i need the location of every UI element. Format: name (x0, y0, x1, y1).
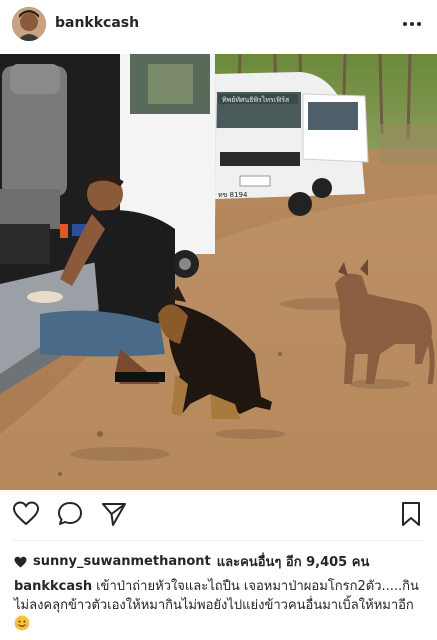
likes-row: sunny_suwanmethanont และคนอื่นๆ อีก 9,40… (14, 551, 369, 572)
heart-outline-icon[interactable] (12, 500, 40, 528)
bookmark-icon[interactable] (397, 500, 425, 528)
comment-icon[interactable] (56, 500, 84, 528)
caption-username[interactable]: bankkcash (14, 579, 92, 594)
smiling-face-emoji (14, 615, 30, 631)
action-bar (0, 500, 437, 532)
likes-count-text[interactable]: และคนอื่นๆ อีก 9,405 คน (217, 551, 370, 572)
more-dots-icon[interactable] (401, 14, 423, 34)
likes-username[interactable]: sunny_suwanmethanont (33, 554, 211, 569)
van-windshield-text: ทิพย์ทัศนธิพิรไทรเฟิร์ส (222, 95, 290, 104)
post-header: bankkcash (0, 0, 437, 48)
post-username[interactable]: bankkcash (55, 15, 139, 31)
send-icon[interactable] (100, 500, 128, 528)
divider (12, 540, 425, 541)
post-photo[interactable]: ทิพย์ทัศนธิพิรไทรเฟิร์ส ทข 8194 (0, 54, 437, 490)
heart-filled-icon (14, 556, 27, 568)
van-plate-number: ทข 8194 (218, 191, 248, 199)
caption: bankkcash เข้าป่าถ่ายหัวใจและไถปืน เจอหมา… (14, 577, 424, 634)
avatar[interactable] (12, 7, 46, 41)
